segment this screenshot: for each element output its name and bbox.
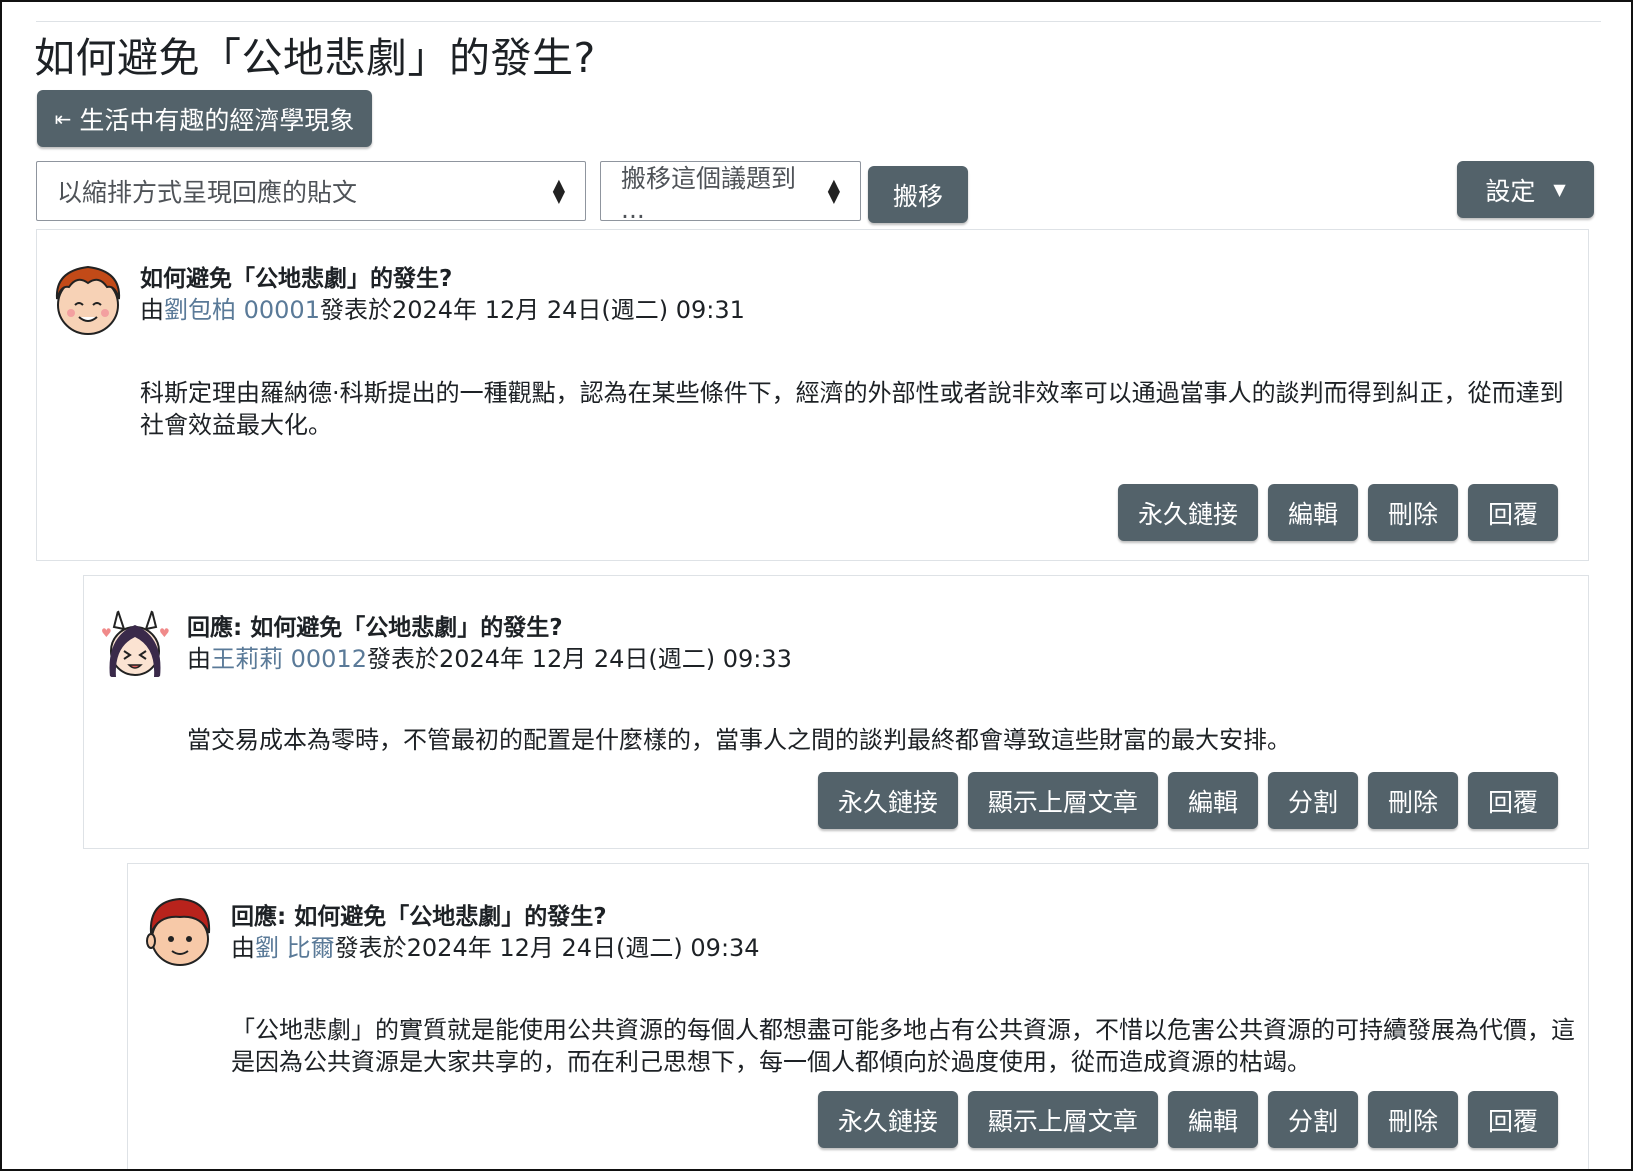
- post-meta: 由劉包柏 00001發表於2024年 12月 24日(週二) 09:31: [140, 290, 745, 325]
- display-mode-value: 以縮排方式呈現回應的貼文: [57, 178, 358, 207]
- post-date: 發表於2024年 12月 24日(週二) 09:33: [366, 645, 792, 673]
- author-link[interactable]: 劉 比爾: [255, 934, 335, 962]
- avatar: [141, 893, 219, 971]
- edit-button[interactable]: 編輯: [1167, 1091, 1258, 1148]
- move-discussion-select[interactable]: 搬移這個議題到 ... ▲ ▼: [600, 161, 861, 224]
- post-actions: 永久鏈接 顯示上層文章 編輯 分割 刪除 回覆: [817, 772, 1558, 829]
- display-mode-select[interactable]: 以縮排方式呈現回應的貼文 ▲ ▼: [36, 161, 586, 221]
- forum-post: 如何避免「公地悲劇」的發生? 由劉包柏 00001發表於2024年 12月 24…: [36, 229, 1589, 561]
- post-meta: 由劉 比爾發表於2024年 12月 24日(週二) 09:34: [231, 928, 760, 963]
- back-to-forum-button[interactable]: ⇤ 生活中有趣的經濟學現象: [37, 90, 372, 147]
- split-button[interactable]: 分割: [1267, 772, 1358, 829]
- show-parent-button[interactable]: 顯示上層文章: [967, 1091, 1158, 1148]
- avatar: [49, 261, 127, 339]
- settings-button[interactable]: 設定 ▼: [1457, 161, 1594, 218]
- page-title: 如何避免「公地悲劇」的發生?: [34, 34, 596, 82]
- permalink-button[interactable]: 永久鏈接: [1117, 484, 1258, 541]
- delete-button[interactable]: 刪除: [1367, 772, 1458, 829]
- edit-button[interactable]: 編輯: [1167, 772, 1258, 829]
- reply-button[interactable]: 回覆: [1467, 1091, 1558, 1148]
- by-label: 由: [140, 296, 164, 324]
- permalink-button[interactable]: 永久鏈接: [817, 772, 958, 829]
- post-actions: 永久鏈接 顯示上層文章 編輯 分割 刪除 回覆: [817, 1091, 1558, 1148]
- avatar: ♥ ♥: [96, 607, 174, 685]
- split-button[interactable]: 分割: [1267, 1091, 1358, 1148]
- by-label: 由: [231, 934, 255, 962]
- svg-text:♥: ♥: [101, 626, 112, 640]
- move-discussion-value: 搬移這個議題到 ...: [621, 163, 797, 224]
- svg-text:♥: ♥: [159, 626, 170, 640]
- author-link[interactable]: 劉包柏 00001: [164, 296, 320, 324]
- select-caret-icon: ▲ ▼: [552, 175, 565, 206]
- move-button[interactable]: 搬移: [868, 166, 968, 223]
- delete-button[interactable]: 刪除: [1367, 1091, 1458, 1148]
- delete-button[interactable]: 刪除: [1367, 484, 1458, 541]
- post-subject: 如何避免「公地悲劇」的發生?: [140, 266, 453, 292]
- select-caret-icon: ▲ ▼: [827, 175, 840, 206]
- reply-button[interactable]: 回覆: [1467, 484, 1558, 541]
- back-arrow-icon: ⇤: [54, 106, 72, 131]
- post-body: 科斯定理由羅納德·科斯提出的一種觀點，認為在某些條件下，經濟的外部性或者說非效率…: [140, 379, 1564, 439]
- back-to-forum-label: 生活中有趣的經濟學現象: [79, 105, 355, 135]
- post-date: 發表於2024年 12月 24日(週二) 09:34: [334, 934, 760, 962]
- post-body: 「公地悲劇」的實質就是能使用公共資源的每個人都想盡可能多地占有公共資源，不惜以危…: [231, 1016, 1575, 1076]
- post-subject: 回應: 如何避免「公地悲劇」的發生?: [231, 904, 607, 930]
- divider: [36, 21, 1601, 22]
- forum-post-reply: 回應: 如何避免「公地悲劇」的發生? 由劉 比爾發表於2024年 12月 24日…: [127, 863, 1589, 1169]
- settings-label: 設定: [1485, 176, 1536, 206]
- show-parent-button[interactable]: 顯示上層文章: [967, 772, 1158, 829]
- author-link[interactable]: 王莉莉 00012: [211, 645, 367, 673]
- post-subject: 回應: 如何避免「公地悲劇」的發生?: [187, 615, 563, 641]
- permalink-button[interactable]: 永久鏈接: [817, 1091, 958, 1148]
- forum-discussion-window: 如何避免「公地悲劇」的發生? ⇤ 生活中有趣的經濟學現象 以縮排方式呈現回應的貼…: [0, 0, 1633, 1171]
- post-date: 發表於2024年 12月 24日(週二) 09:31: [319, 296, 745, 324]
- edit-button[interactable]: 編輯: [1267, 484, 1358, 541]
- reply-button[interactable]: 回覆: [1467, 772, 1558, 829]
- post-body: 當交易成本為零時，不管最初的配置是什麼樣的，當事人之間的談判最終都會導致這些財富…: [187, 726, 1291, 754]
- chevron-down-icon: ▼: [1553, 180, 1566, 199]
- post-actions: 永久鏈接 編輯 刪除 回覆: [1117, 484, 1558, 541]
- forum-post-reply: ♥ ♥ 回應: 如何避免「公地悲劇」的發生? 由王莉莉 00012發表於2024…: [83, 575, 1589, 849]
- post-meta: 由王莉莉 00012發表於2024年 12月 24日(週二) 09:33: [187, 639, 792, 674]
- by-label: 由: [187, 645, 211, 673]
